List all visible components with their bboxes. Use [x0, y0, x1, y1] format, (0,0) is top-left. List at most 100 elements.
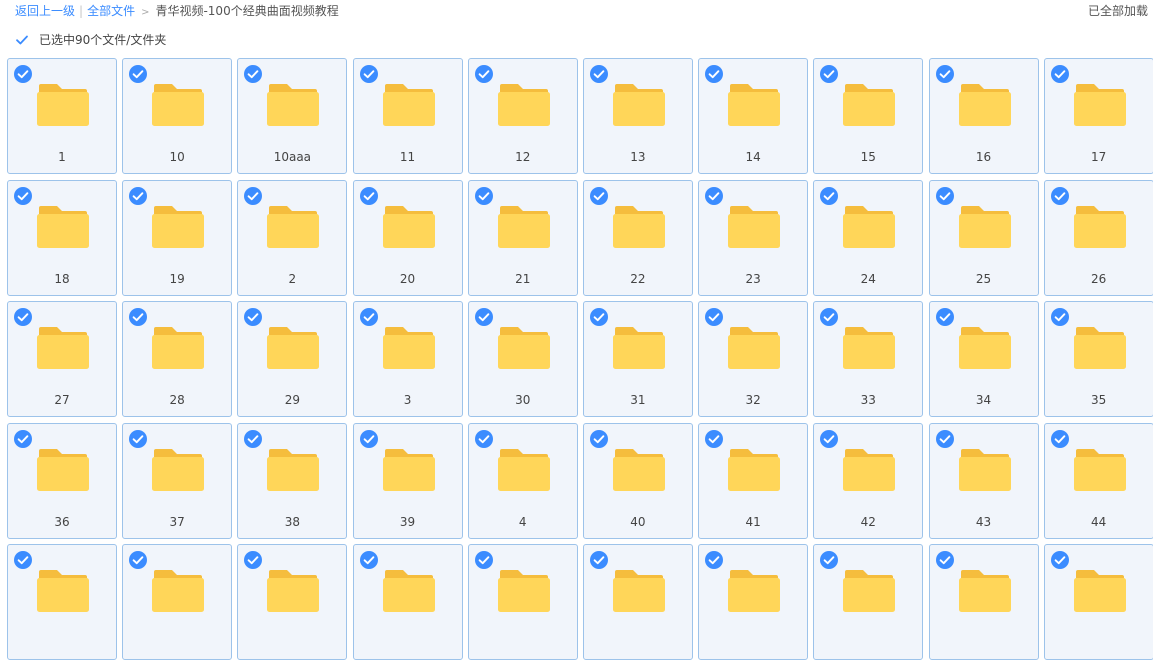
file-tile[interactable]: 27 — [7, 301, 117, 417]
file-tile[interactable]: 4 — [467, 422, 578, 539]
check-circle-icon[interactable] — [705, 186, 724, 205]
check-circle-icon[interactable] — [244, 186, 263, 205]
check-circle-icon[interactable] — [935, 186, 954, 205]
file-tile[interactable] — [237, 544, 348, 660]
check-circle-icon[interactable] — [705, 308, 724, 326]
all-files-link[interactable]: 全部文件 — [87, 4, 135, 18]
file-tile[interactable]: 35 — [1043, 301, 1153, 417]
check-circle-icon[interactable] — [359, 65, 378, 83]
check-circle-icon[interactable] — [820, 429, 839, 448]
check-circle-icon[interactable] — [935, 65, 954, 83]
file-tile[interactable]: 21 — [467, 179, 578, 296]
file-tile[interactable]: 13 — [582, 58, 693, 174]
check-circle-icon[interactable] — [474, 429, 493, 448]
file-tile[interactable]: 24 — [813, 179, 924, 296]
check-circle-icon[interactable] — [129, 65, 148, 83]
check-circle-icon[interactable] — [129, 429, 148, 448]
check-circle-icon[interactable] — [244, 429, 263, 448]
check-circle-icon[interactable] — [14, 429, 32, 448]
check-circle-icon[interactable] — [1050, 308, 1069, 326]
check-circle-icon[interactable] — [129, 186, 148, 205]
file-tile[interactable]: 10aaa — [237, 58, 348, 174]
file-tile[interactable]: 16 — [928, 58, 1039, 174]
check-circle-icon[interactable] — [820, 186, 839, 205]
file-tile[interactable]: 37 — [122, 422, 233, 539]
file-tile[interactable]: 10 — [122, 58, 233, 174]
file-tile[interactable]: 15 — [813, 58, 924, 174]
file-tile[interactable]: 20 — [352, 179, 463, 296]
file-tile[interactable]: 23 — [698, 179, 809, 296]
file-tile[interactable]: 3 — [352, 301, 463, 417]
check-circle-icon[interactable] — [935, 551, 954, 569]
file-tile[interactable]: 29 — [237, 301, 348, 417]
file-tile[interactable]: 30 — [467, 301, 578, 417]
file-tile[interactable]: 36 — [7, 422, 117, 539]
file-tile[interactable]: 42 — [813, 422, 924, 539]
check-circle-icon[interactable] — [129, 308, 148, 326]
file-tile[interactable]: 1 — [7, 58, 117, 174]
file-tile[interactable]: 18 — [7, 179, 117, 296]
file-tile[interactable]: 2 — [237, 179, 348, 296]
check-circle-icon[interactable] — [474, 551, 493, 569]
file-tile[interactable] — [582, 544, 693, 660]
check-circle-icon[interactable] — [1050, 429, 1069, 448]
file-tile[interactable] — [928, 544, 1039, 660]
file-tile[interactable]: 39 — [352, 422, 463, 539]
file-tile[interactable]: 11 — [352, 58, 463, 174]
file-tile[interactable] — [122, 544, 233, 660]
file-tile[interactable] — [813, 544, 924, 660]
check-circle-icon[interactable] — [244, 551, 263, 569]
file-tile[interactable]: 19 — [122, 179, 233, 296]
check-circle-icon[interactable] — [1050, 186, 1069, 205]
check-circle-icon[interactable] — [820, 65, 839, 83]
check-circle-icon[interactable] — [14, 551, 32, 569]
file-tile[interactable]: 40 — [582, 422, 693, 539]
check-circle-icon[interactable] — [359, 429, 378, 448]
file-tile[interactable] — [698, 544, 809, 660]
file-tile[interactable] — [1043, 544, 1153, 660]
back-link[interactable]: 返回上一级 — [15, 4, 75, 18]
check-circle-icon[interactable] — [589, 429, 608, 448]
check-circle-icon[interactable] — [359, 308, 378, 326]
check-circle-icon[interactable] — [1050, 551, 1069, 569]
file-tile[interactable]: 14 — [698, 58, 809, 174]
check-circle-icon[interactable] — [474, 308, 493, 326]
select-all-checkbox[interactable] — [15, 33, 29, 47]
file-tile[interactable]: 28 — [122, 301, 233, 417]
file-tile[interactable]: 43 — [928, 422, 1039, 539]
file-tile[interactable]: 17 — [1043, 58, 1153, 174]
check-circle-icon[interactable] — [14, 65, 32, 83]
file-tile[interactable] — [352, 544, 463, 660]
check-circle-icon[interactable] — [935, 308, 954, 326]
check-circle-icon[interactable] — [1050, 65, 1069, 83]
check-circle-icon[interactable] — [359, 551, 378, 569]
file-tile[interactable]: 32 — [698, 301, 809, 417]
file-tile[interactable]: 31 — [582, 301, 693, 417]
check-circle-icon[interactable] — [474, 186, 493, 205]
check-circle-icon[interactable] — [129, 551, 148, 569]
check-circle-icon[interactable] — [244, 308, 263, 326]
check-circle-icon[interactable] — [705, 551, 724, 569]
file-tile[interactable]: 41 — [698, 422, 809, 539]
check-circle-icon[interactable] — [14, 308, 32, 326]
check-circle-icon[interactable] — [359, 186, 378, 205]
check-circle-icon[interactable] — [14, 186, 32, 205]
file-tile[interactable] — [7, 544, 117, 660]
file-tile[interactable]: 26 — [1043, 179, 1153, 296]
check-circle-icon[interactable] — [705, 65, 724, 83]
check-circle-icon[interactable] — [705, 429, 724, 448]
check-circle-icon[interactable] — [820, 308, 839, 326]
check-circle-icon[interactable] — [589, 551, 608, 569]
file-tile[interactable]: 25 — [928, 179, 1039, 296]
file-tile[interactable]: 44 — [1043, 422, 1153, 539]
check-circle-icon[interactable] — [589, 186, 608, 205]
check-circle-icon[interactable] — [589, 65, 608, 83]
check-circle-icon[interactable] — [935, 429, 954, 448]
file-tile[interactable]: 34 — [928, 301, 1039, 417]
file-tile[interactable]: 38 — [237, 422, 348, 539]
file-tile[interactable]: 12 — [467, 58, 578, 174]
check-circle-icon[interactable] — [589, 308, 608, 326]
check-circle-icon[interactable] — [244, 65, 263, 83]
file-tile[interactable]: 33 — [813, 301, 924, 417]
file-tile[interactable]: 22 — [582, 179, 693, 296]
